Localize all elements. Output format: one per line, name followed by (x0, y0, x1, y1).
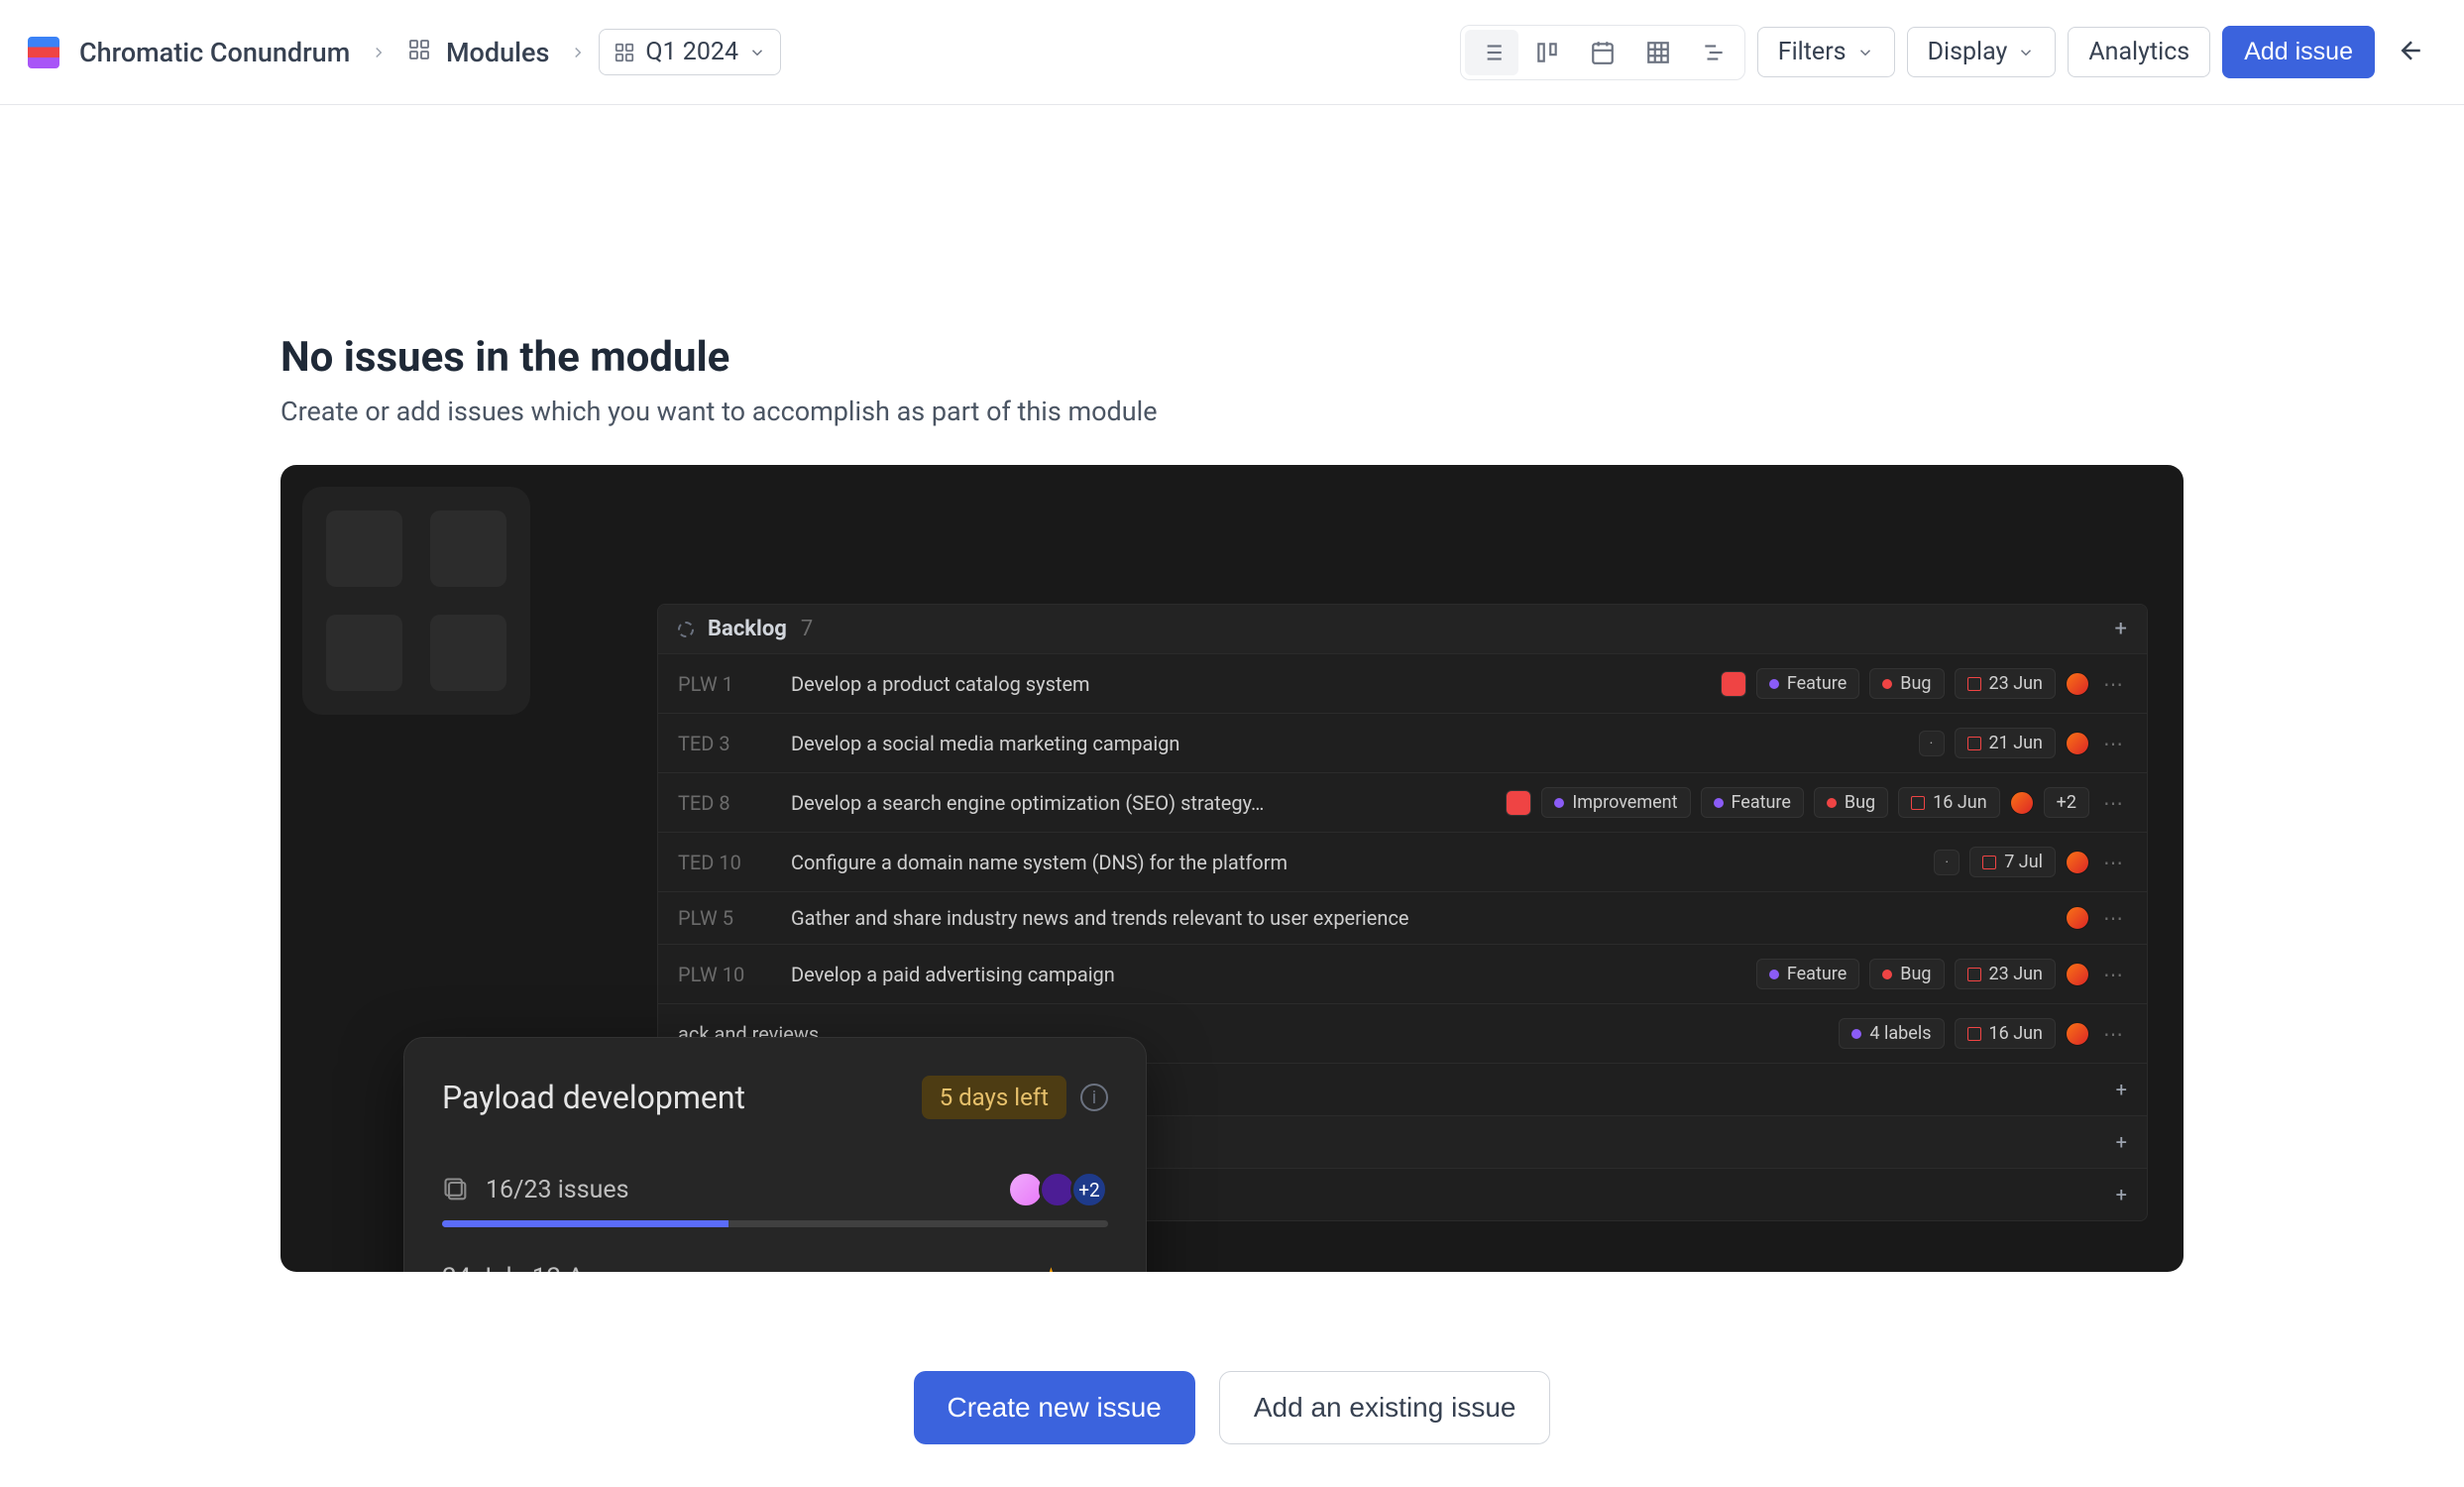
info-icon: i (1080, 1084, 1108, 1111)
breadcrumb-project[interactable]: Chromatic Conundrum (71, 37, 358, 68)
progress-bar (442, 1220, 1108, 1227)
module-card-title: Payload development (442, 1079, 745, 1116)
filters-label: Filters (1778, 38, 1847, 66)
analytics-button[interactable]: Analytics (2068, 27, 2210, 77)
breadcrumb-modules[interactable]: Modules (399, 37, 557, 68)
preview-group-header: Backlog 7 + (658, 605, 2147, 653)
assignee-avatars: +2 (1013, 1171, 1108, 1208)
view-kanban[interactable] (1520, 30, 1574, 75)
empty-state-actions: Create new issue Add an existing issue (914, 1371, 1551, 1444)
preview-issue-row: TED 10Configure a domain name system (DN… (658, 832, 2147, 891)
view-switcher (1460, 25, 1745, 80)
layers-icon (442, 1176, 470, 1203)
empty-title: No issues in the module (280, 333, 2184, 382)
collapse-panel-button[interactable] (2387, 36, 2436, 69)
preview-issue-row: PLW 1Develop a product catalog systemFea… (658, 653, 2147, 713)
backlog-status-icon (678, 622, 694, 637)
chevron-right-icon (569, 44, 587, 61)
filters-button[interactable]: Filters (1757, 27, 1895, 77)
add-issue-button[interactable]: Add issue (2222, 26, 2375, 78)
chevron-down-icon (748, 44, 766, 61)
issues-count-text: 16/23 issues (486, 1176, 629, 1204)
empty-subtitle: Create or add issues which you want to a… (280, 396, 2184, 427)
avatar-overflow: +2 (1070, 1171, 1108, 1208)
breadcrumb-modules-label: Modules (446, 37, 549, 68)
more-icon: ⋯ (1080, 1266, 1108, 1272)
preview-grid-icon (302, 487, 530, 715)
analytics-label: Analytics (2088, 38, 2189, 66)
preview-module-card: Payload development 5 days left i 16/23 … (403, 1037, 1147, 1272)
chevron-down-icon (1856, 44, 1874, 61)
view-gantt[interactable] (1687, 30, 1740, 75)
grid-icon (614, 42, 635, 63)
date-range: 24 Jul - 12 Aug (442, 1263, 613, 1272)
group-name: Backlog (708, 617, 787, 641)
display-label: Display (1928, 38, 2008, 66)
module-selector[interactable]: Q1 2024 (599, 29, 781, 75)
display-button[interactable]: Display (1907, 27, 2057, 77)
chevron-down-icon (2017, 44, 2035, 61)
issues-count: 16/23 issues (442, 1176, 629, 1204)
view-spreadsheet[interactable] (1631, 30, 1685, 75)
preview-issue-row: PLW 5Gather and share industry news and … (658, 891, 2147, 944)
add-existing-issue-button[interactable]: Add an existing issue (1219, 1371, 1551, 1444)
chevron-right-icon (370, 44, 388, 61)
days-left-badge: 5 days left (922, 1076, 1066, 1119)
modules-icon (407, 38, 431, 61)
view-calendar[interactable] (1576, 30, 1629, 75)
preview-issue-row: TED 8Develop a search engine optimizatio… (658, 772, 2147, 832)
add-icon: + (2115, 617, 2127, 641)
preview-issue-row: PLW 10Develop a paid advertising campaig… (658, 944, 2147, 1003)
empty-state-preview: Backlog 7 + PLW 1Develop a product catal… (280, 465, 2184, 1272)
project-logo (28, 37, 59, 68)
module-selected-label: Q1 2024 (645, 38, 738, 66)
view-list[interactable] (1465, 30, 1518, 75)
star-icon: ★ (1040, 1263, 1063, 1272)
empty-state: No issues in the module Create or add is… (0, 105, 2464, 1484)
preview-issue-row: TED 3Develop a social media marketing ca… (658, 713, 2147, 772)
app-header: Chromatic Conundrum Modules Q1 2024 (0, 0, 2464, 105)
group-count: 7 (801, 617, 813, 641)
create-new-issue-button[interactable]: Create new issue (914, 1371, 1195, 1444)
